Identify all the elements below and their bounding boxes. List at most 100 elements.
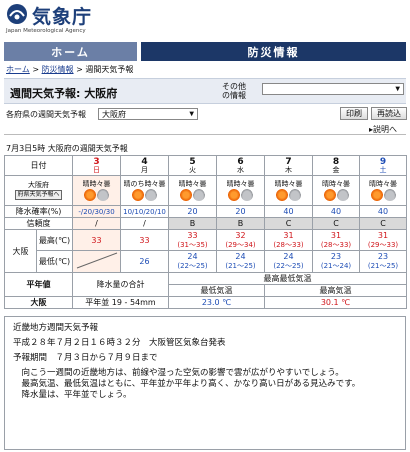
other-info-label: その他 の情報: [222, 82, 246, 100]
max-temp-cell: 31 (28～33): [312, 229, 360, 251]
cloud-icon: [336, 189, 349, 201]
sun-icon: [323, 189, 336, 201]
print-button[interactable]: 印刷: [340, 107, 368, 120]
min-temp-cell: 24 (22～25): [264, 250, 313, 273]
reliability-cell: /: [72, 217, 121, 230]
precip-cell: 20: [216, 205, 265, 218]
summary-city: 大阪: [4, 296, 73, 309]
area-cell: 大阪府 府県天気予報へ: [4, 175, 73, 206]
reliability-cell: C: [312, 217, 360, 230]
min-temp-cell: [72, 250, 121, 273]
text-period: 予報期間 ７月３日から７月９日まで: [13, 353, 158, 363]
sun-icon: [370, 189, 383, 201]
breadcrumb-sep: >: [32, 65, 40, 74]
min-temp-header: 最低気温: [168, 284, 265, 297]
maxmin-header: 最高最低気温: [168, 272, 407, 285]
min-temp-label: 最低(℃): [36, 250, 73, 273]
max-temp-cell: 31 (29～33): [359, 229, 407, 251]
max-temp-label: 最高(℃): [36, 229, 73, 251]
precip-cell: 40: [264, 205, 313, 218]
cloud-icon: [289, 189, 301, 201]
day-header: 3日: [72, 155, 121, 176]
date-header: 日付: [4, 155, 73, 176]
pref-select-label: 各府県の週間天気予報: [6, 110, 86, 119]
precip-sum-value: 平年並 19 - 54mm: [72, 296, 169, 309]
breadcrumb-home[interactable]: ホーム: [6, 65, 30, 74]
pref-select-row: 各府県の週間天気予報 大阪府 ▼ 印刷 再読込: [4, 107, 407, 121]
reliability-cell: C: [264, 217, 313, 230]
text-body: 最高気温、最低気温はともに、平年並か平年より高く、かなり高い日がある見込みです。: [13, 379, 361, 389]
day-header: 6水: [216, 155, 265, 176]
day-header: 8金: [312, 155, 360, 176]
site-header: 気象庁 Japan Meteorological Agency: [0, 0, 410, 40]
sun-icon: [84, 189, 96, 201]
max-temp-cell: 32 (29～34): [216, 229, 265, 251]
weather-cell: 晴のち時々曇: [120, 175, 169, 206]
text-body: 降水量は、平年並でしょう。: [13, 390, 132, 400]
text-body: 向こう一週間の近畿地方は、前線や湿った空気の影響で雲が広がりやすいでしょう。: [13, 368, 344, 378]
min-temp-cell: 23 (21～25): [359, 250, 407, 273]
precip-cell: -/20/30/30: [72, 205, 121, 218]
nav-tab-bosai[interactable]: 防災情報: [141, 42, 406, 61]
reliability-cell: C: [359, 217, 407, 230]
announce-text: 7月3日5時 大阪府の週間天気予報: [6, 144, 128, 153]
forecast-table: 日付 3日 4月 5火 6水 7木 8金 9土 大阪府 府県天気予報へ 晴時々曇…: [4, 155, 407, 309]
agency-name-en: Japan Meteorological Agency: [6, 28, 86, 34]
precip-cell: 40: [312, 205, 360, 218]
nav-tab-home[interactable]: ホーム: [4, 42, 137, 61]
min-temp-cell: 26: [120, 250, 169, 273]
max-temp-cell: 33: [72, 229, 121, 251]
weather-cell: 晴時々曇: [72, 175, 121, 206]
text-issued: 平成２８年７月２日１６時３２分 大阪管区気象台発表: [13, 338, 226, 348]
min-temp-cell: 24 (22～25): [168, 250, 217, 273]
min-temp-cell: 23 (21～24): [312, 250, 360, 273]
day-header: 4月: [120, 155, 169, 176]
normal-label: 平年値: [4, 272, 73, 297]
day-header: 9土: [359, 155, 407, 176]
precip-sum-label: 降水量の合計: [72, 272, 169, 297]
chevron-down-icon: ▼: [395, 85, 400, 93]
day-header: 5火: [168, 155, 217, 176]
precip-cell: 20: [168, 205, 217, 218]
max-temp-cell: 33 (31～35): [168, 229, 217, 251]
breadcrumb: ホーム > 防災情報 > 週間天気予報: [6, 64, 133, 75]
max-temp-header: 最高気温: [264, 284, 407, 297]
pref-forecast-button[interactable]: 府県天気予報へ: [15, 190, 62, 200]
jma-logo-icon: [7, 4, 27, 24]
city-label: 大阪: [4, 229, 37, 273]
precip-cell: 40: [359, 205, 407, 218]
sun-icon: [132, 189, 144, 201]
weather-cell: 晴時々曇: [312, 175, 360, 206]
main-nav: ホーム 防災情報: [4, 42, 406, 61]
divider: [4, 134, 406, 135]
reliability-cell: B: [168, 217, 217, 230]
title-bar: 週間天気予報: 大阪府 その他 の情報 ▼: [4, 78, 406, 104]
reliability-cell: /: [120, 217, 169, 230]
max-temp-cell: 31 (28～33): [264, 229, 313, 251]
breadcrumb-bosai[interactable]: 防災情報: [42, 65, 74, 74]
sun-icon: [228, 189, 240, 201]
cloud-icon: [97, 189, 109, 201]
cloud-icon: [193, 189, 205, 201]
breadcrumb-sep: >: [76, 65, 83, 74]
breadcrumb-current: 週間天気予報: [85, 65, 134, 74]
day-header: 7木: [264, 155, 313, 176]
chevron-down-icon: ▼: [189, 110, 194, 118]
sun-icon: [276, 189, 288, 201]
normal-min-value: 23.0 ℃: [168, 296, 265, 309]
text-heading: 近畿地方週間天気予報: [13, 323, 99, 333]
weather-cell: 晴時々曇: [168, 175, 217, 206]
normal-max-value: 30.1 ℃: [264, 296, 407, 309]
weather-cell: 晴時々曇: [264, 175, 313, 206]
page-title: 週間天気予報: 大阪府: [10, 87, 118, 100]
precip-label: 降水確率(%): [4, 205, 73, 218]
weather-cell: 晴時々曇: [359, 175, 407, 206]
sun-icon: [180, 189, 192, 201]
precip-cell: 10/10/20/10: [120, 205, 169, 218]
weather-cell: 晴時々曇: [216, 175, 265, 206]
reload-button[interactable]: 再読込: [371, 107, 407, 120]
max-temp-cell: 33: [120, 229, 169, 251]
pref-select[interactable]: 大阪府 ▼: [98, 108, 198, 120]
other-info-select[interactable]: ▼: [262, 83, 404, 95]
agency-name[interactable]: 気象庁: [32, 2, 92, 29]
